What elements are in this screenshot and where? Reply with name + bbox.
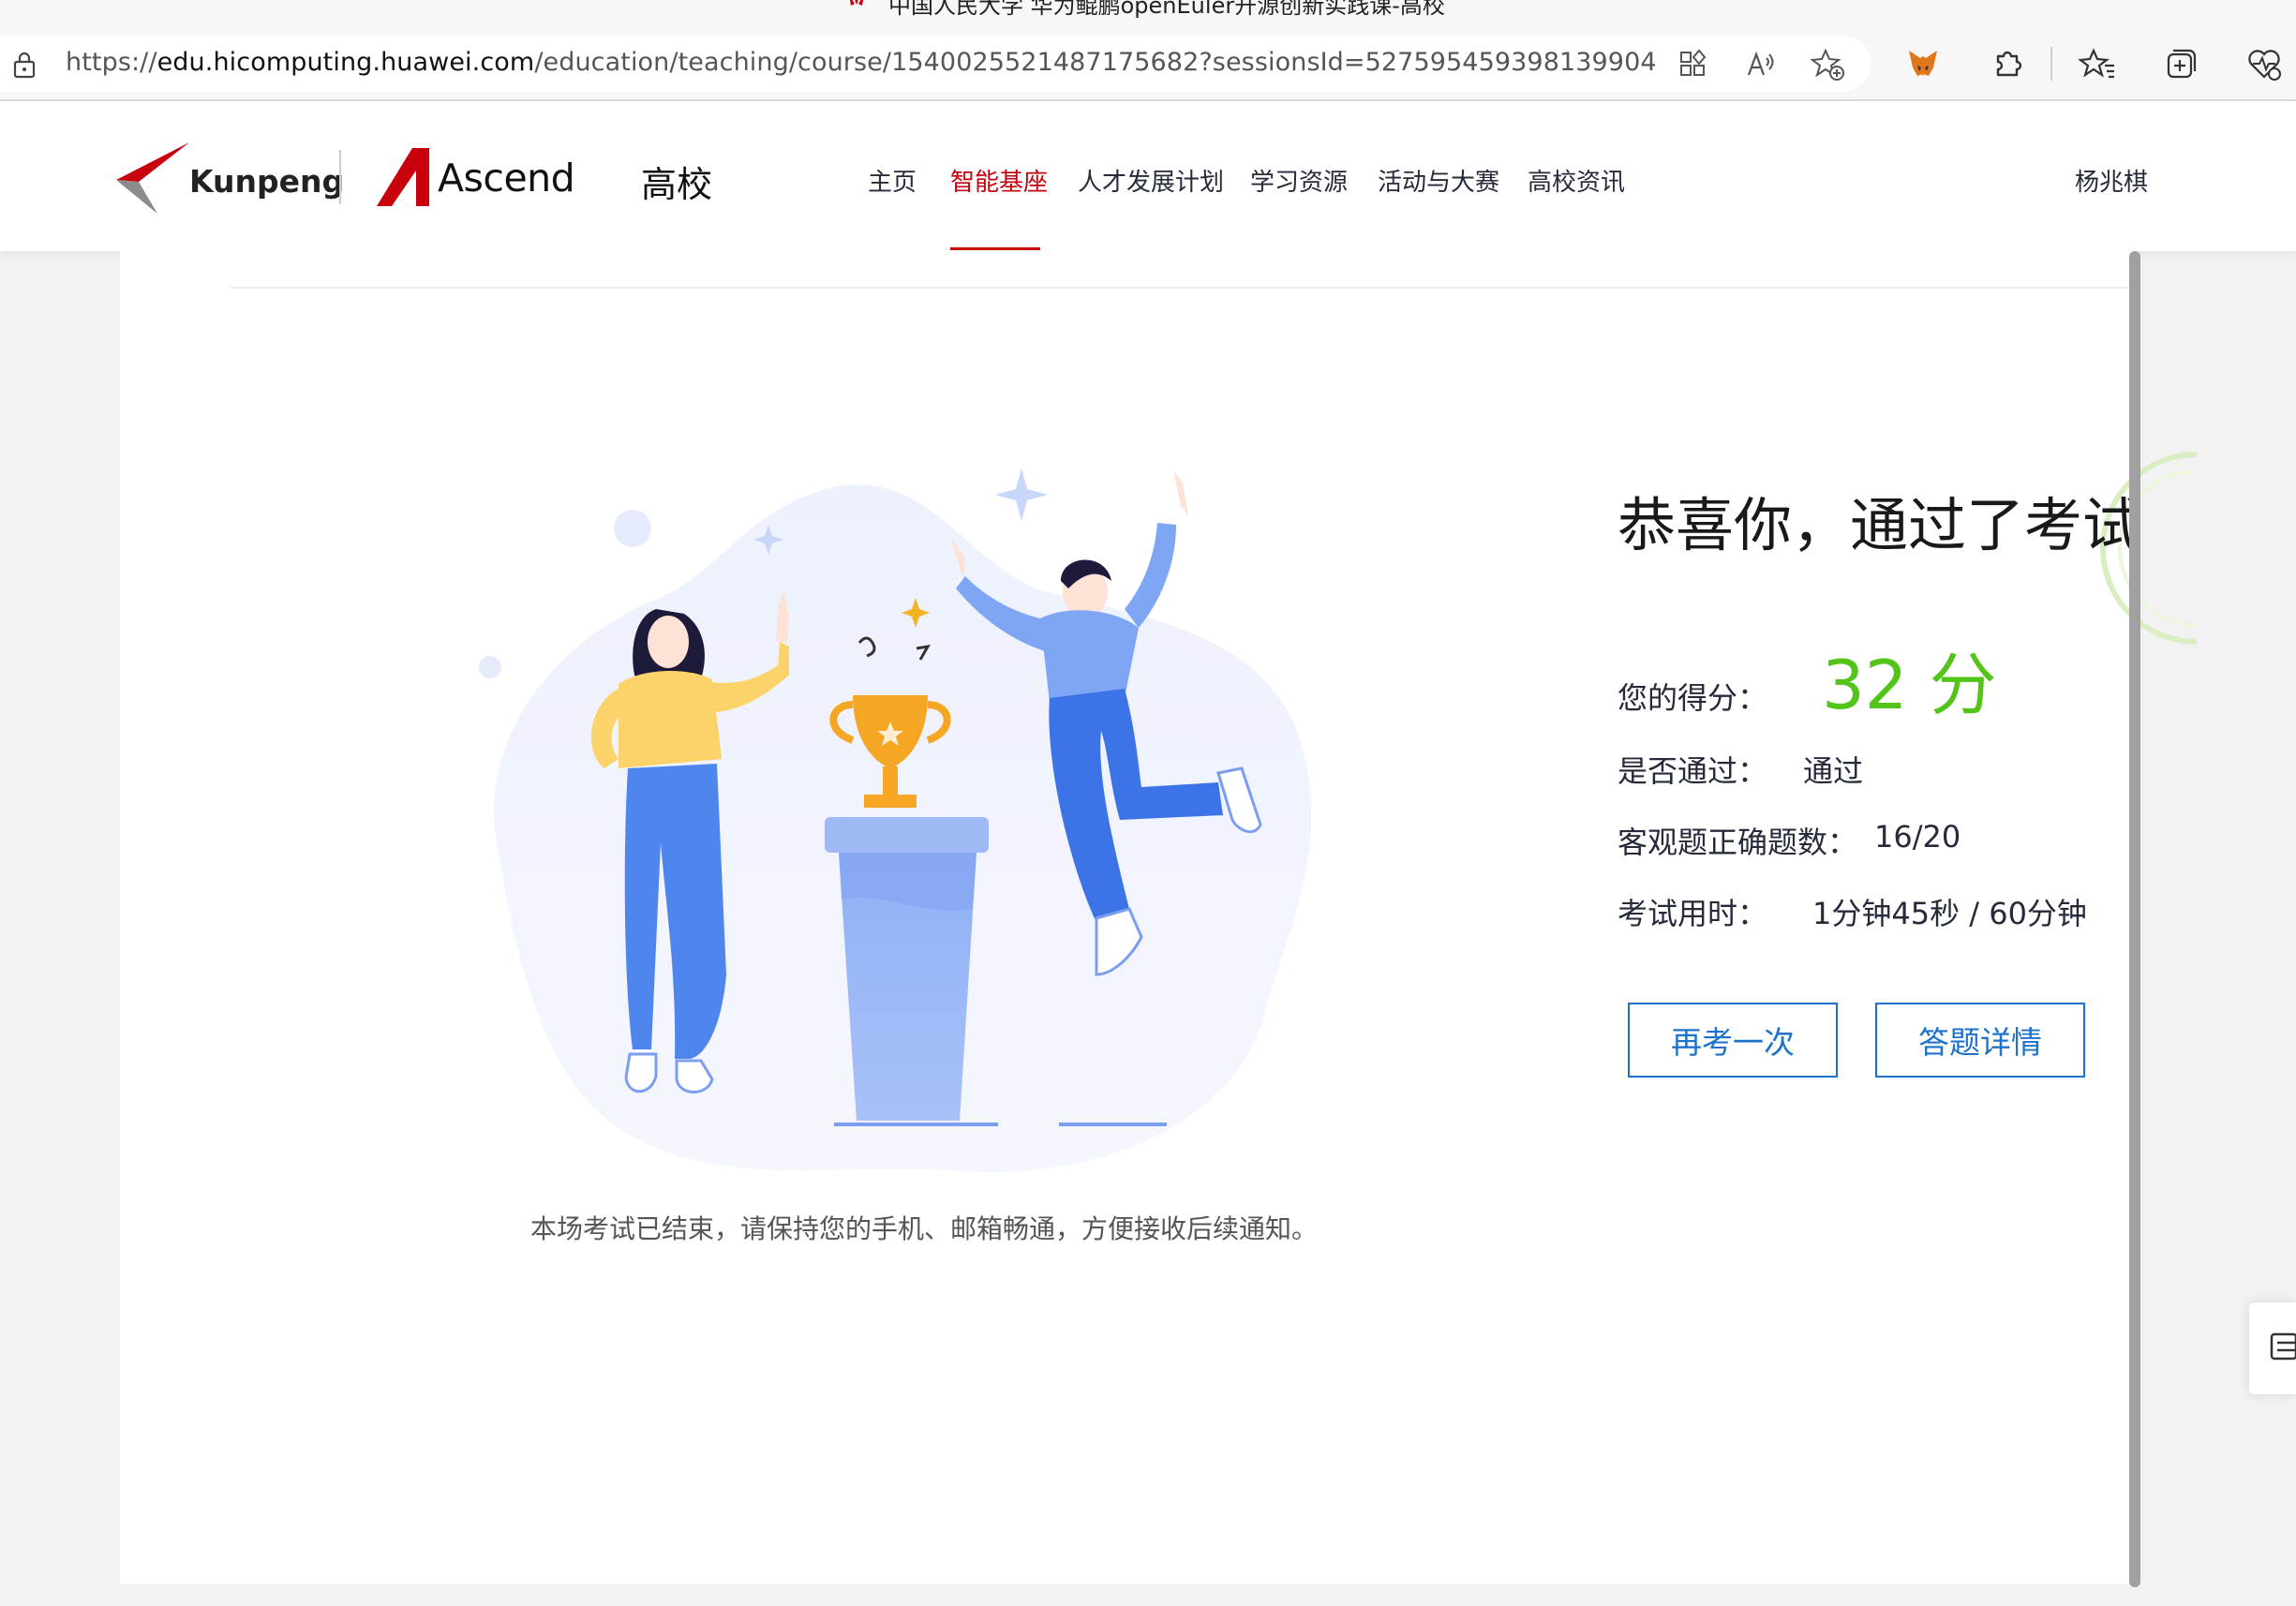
nav-active-indicator — [950, 247, 1040, 250]
url-host: edu.hicomputing.huawei.com — [157, 48, 535, 77]
nav-home[interactable]: 主页 — [868, 163, 917, 198]
logo-divider — [339, 150, 341, 204]
nav-events-competitions[interactable]: 活动与大赛 — [1378, 163, 1499, 198]
score-value: 32 分 — [1822, 646, 1997, 724]
page-scrollbar[interactable] — [2129, 251, 2140, 1587]
url-scheme: https:// — [66, 48, 157, 77]
toolbar-divider — [2050, 47, 2052, 81]
browser-title-bar: 中国人民大学 华为鲲鹏openEuler开源创新实践课-高校 — [0, 0, 2296, 30]
correct-count-label: 客观题正确题数： — [1618, 825, 1858, 860]
kunpeng-logo-text[interactable]: Kunpeng — [189, 163, 344, 200]
favorites-icon[interactable] — [2079, 45, 2116, 82]
success-trophy-illustration — [479, 468, 1312, 1173]
pass-value: 通过 — [1803, 753, 1864, 789]
extensions-puzzle-icon[interactable] — [1989, 45, 2026, 82]
tab-title[interactable]: 中国人民大学 华为鲲鹏openEuler开源创新实践课-高校 — [888, 0, 1445, 20]
answer-details-button[interactable]: 答题详情 — [1875, 1003, 2085, 1078]
score-label: 您的得分： — [1618, 680, 1768, 716]
site-name[interactable]: 高校 — [641, 156, 712, 207]
kunpeng-logo-icon[interactable] — [116, 141, 191, 216]
ascend-logo-icon[interactable] — [375, 146, 433, 208]
add-favorite-icon[interactable] — [1809, 45, 1846, 82]
correct-count-value: 16/20 — [1874, 819, 1961, 855]
huawei-favicon-icon — [850, 0, 863, 6]
exam-time-label: 考试用时： — [1618, 896, 1768, 931]
ascend-logo-text[interactable]: Ascend — [438, 156, 575, 201]
url-path: /education/teaching/course/1540025521487… — [534, 48, 1657, 77]
browser-essentials-icon[interactable] — [2245, 45, 2283, 82]
collections-icon[interactable] — [2161, 45, 2199, 82]
feedback-widget[interactable] — [2249, 1302, 2296, 1394]
feedback-icon — [2270, 1332, 2296, 1361]
metamask-fox-icon[interactable] — [1904, 45, 1942, 82]
exam-ended-notice: 本场考试已结束，请保持您的手机、邮箱畅通，方便接收后续通知。 — [530, 1213, 1319, 1244]
apps-icon[interactable] — [1674, 45, 1711, 82]
exam-time-value: 1分钟45秒 / 60分钟 — [1812, 896, 2087, 931]
nav-university-news[interactable]: 高校资讯 — [1528, 163, 1625, 198]
nav-smart-base[interactable]: 智能基座 — [950, 163, 1048, 198]
user-name[interactable]: 杨兆棋 — [2075, 163, 2148, 198]
lock-icon[interactable] — [11, 51, 37, 79]
result-heading: 恭喜你，通过了考试 — [1618, 491, 2141, 559]
card-top-divider — [231, 287, 2133, 289]
nav-learning-resources[interactable]: 学习资源 — [1250, 163, 1348, 198]
pass-label: 是否通过： — [1618, 753, 1768, 789]
nav-talent-plan[interactable]: 人才发展计划 — [1078, 163, 1224, 198]
read-aloud-icon[interactable] — [1741, 45, 1779, 82]
url-text[interactable]: https://edu.hicomputing.huawei.com/educa… — [66, 48, 1657, 77]
retake-exam-button[interactable]: 再考一次 — [1628, 1003, 1838, 1078]
